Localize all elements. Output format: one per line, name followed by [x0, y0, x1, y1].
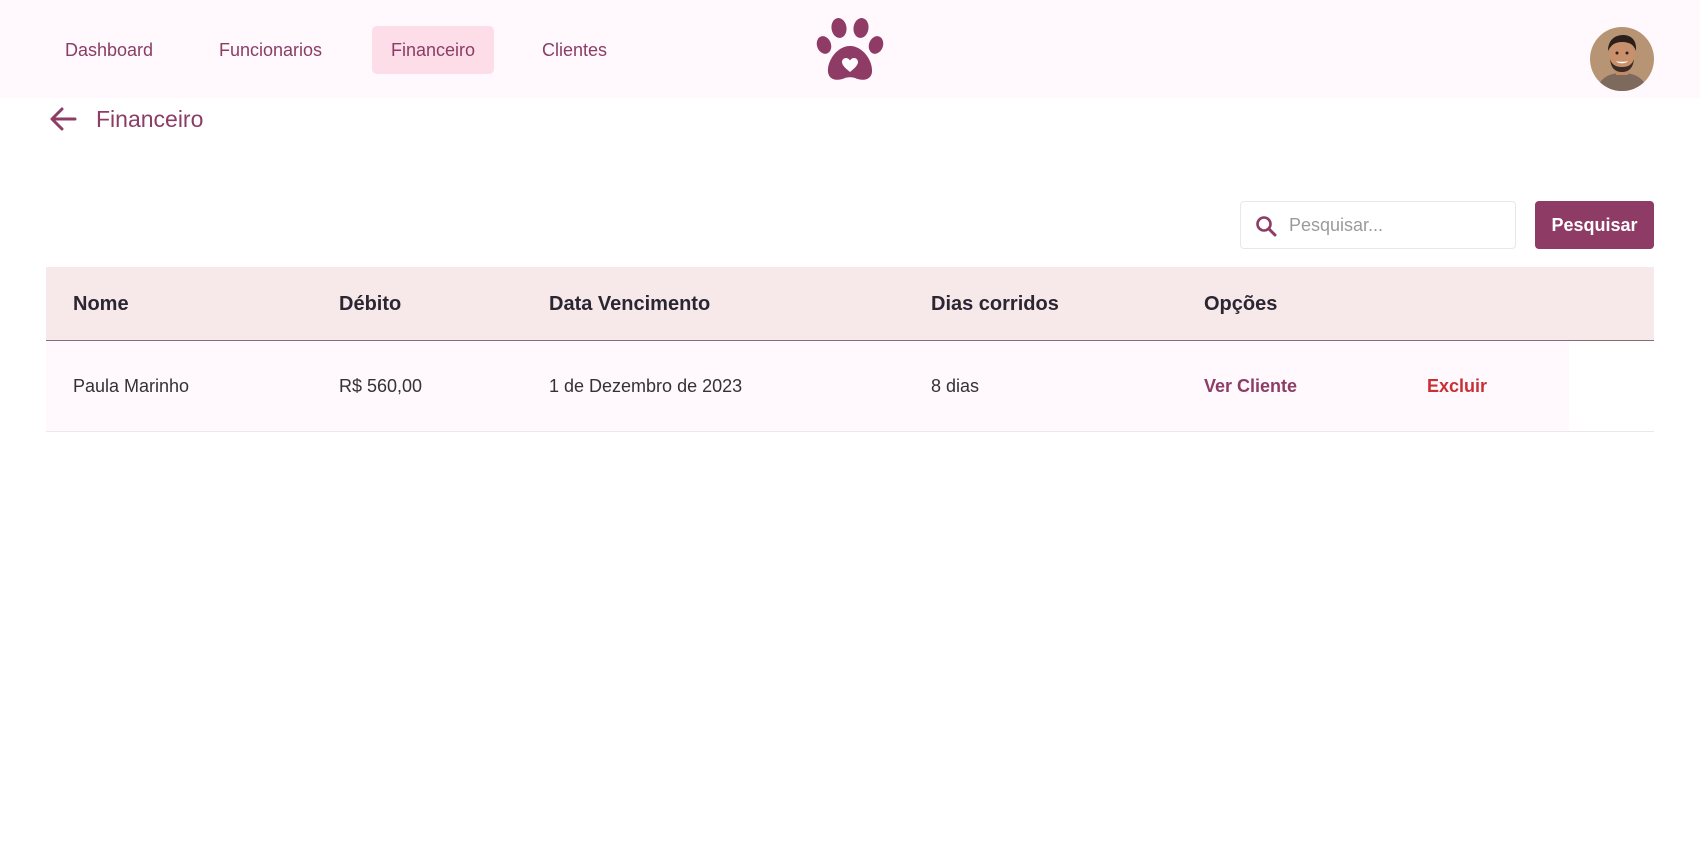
cell-data-vencimento: 1 de Dezembro de 2023	[549, 376, 743, 396]
header-nome: Nome	[73, 293, 129, 315]
row-background	[46, 341, 1569, 431]
cell-dias-corridos: 8 dias	[931, 376, 980, 396]
ver-cliente-link[interactable]: Ver Cliente	[1204, 341, 1297, 431]
excluir-link[interactable]: Excluir	[1427, 341, 1487, 431]
header-dias-corridos: Dias corridos	[931, 293, 1059, 315]
nav-item-funcionarios[interactable]: Funcionarios	[200, 26, 341, 74]
top-navbar: Dashboard Funcionarios Financeiro Client…	[0, 0, 1700, 98]
arrow-left-icon[interactable]	[48, 104, 78, 134]
table-row: Paula Marinho R$ 560,00 1 de Dezembro de…	[46, 341, 1654, 432]
nav-item-dashboard[interactable]: Dashboard	[46, 26, 172, 74]
paw-heart-icon	[815, 16, 885, 84]
user-avatar[interactable]	[1590, 27, 1654, 91]
page-title: Financeiro	[96, 106, 204, 132]
header-data-vencimento: Data Vencimento	[549, 293, 711, 315]
cell-debito: R$ 560,00	[339, 376, 423, 396]
search-box	[1240, 201, 1516, 249]
table-header: Nome Débito Data Vencimento Dias corrido…	[46, 267, 1654, 341]
finance-table: Nome Débito Data Vencimento Dias corrido…	[46, 267, 1654, 432]
header-opcoes: Opções	[1204, 293, 1278, 315]
search-button[interactable]: Pesquisar	[1535, 201, 1654, 249]
nav-item-financeiro[interactable]: Financeiro	[372, 26, 495, 74]
cell-nome: Paula Marinho	[73, 376, 190, 396]
header-debito: Débito	[339, 293, 402, 315]
nav-item-clientes[interactable]: Clientes	[523, 26, 626, 74]
search-input[interactable]	[1287, 202, 1507, 248]
search-icon	[1255, 215, 1277, 237]
